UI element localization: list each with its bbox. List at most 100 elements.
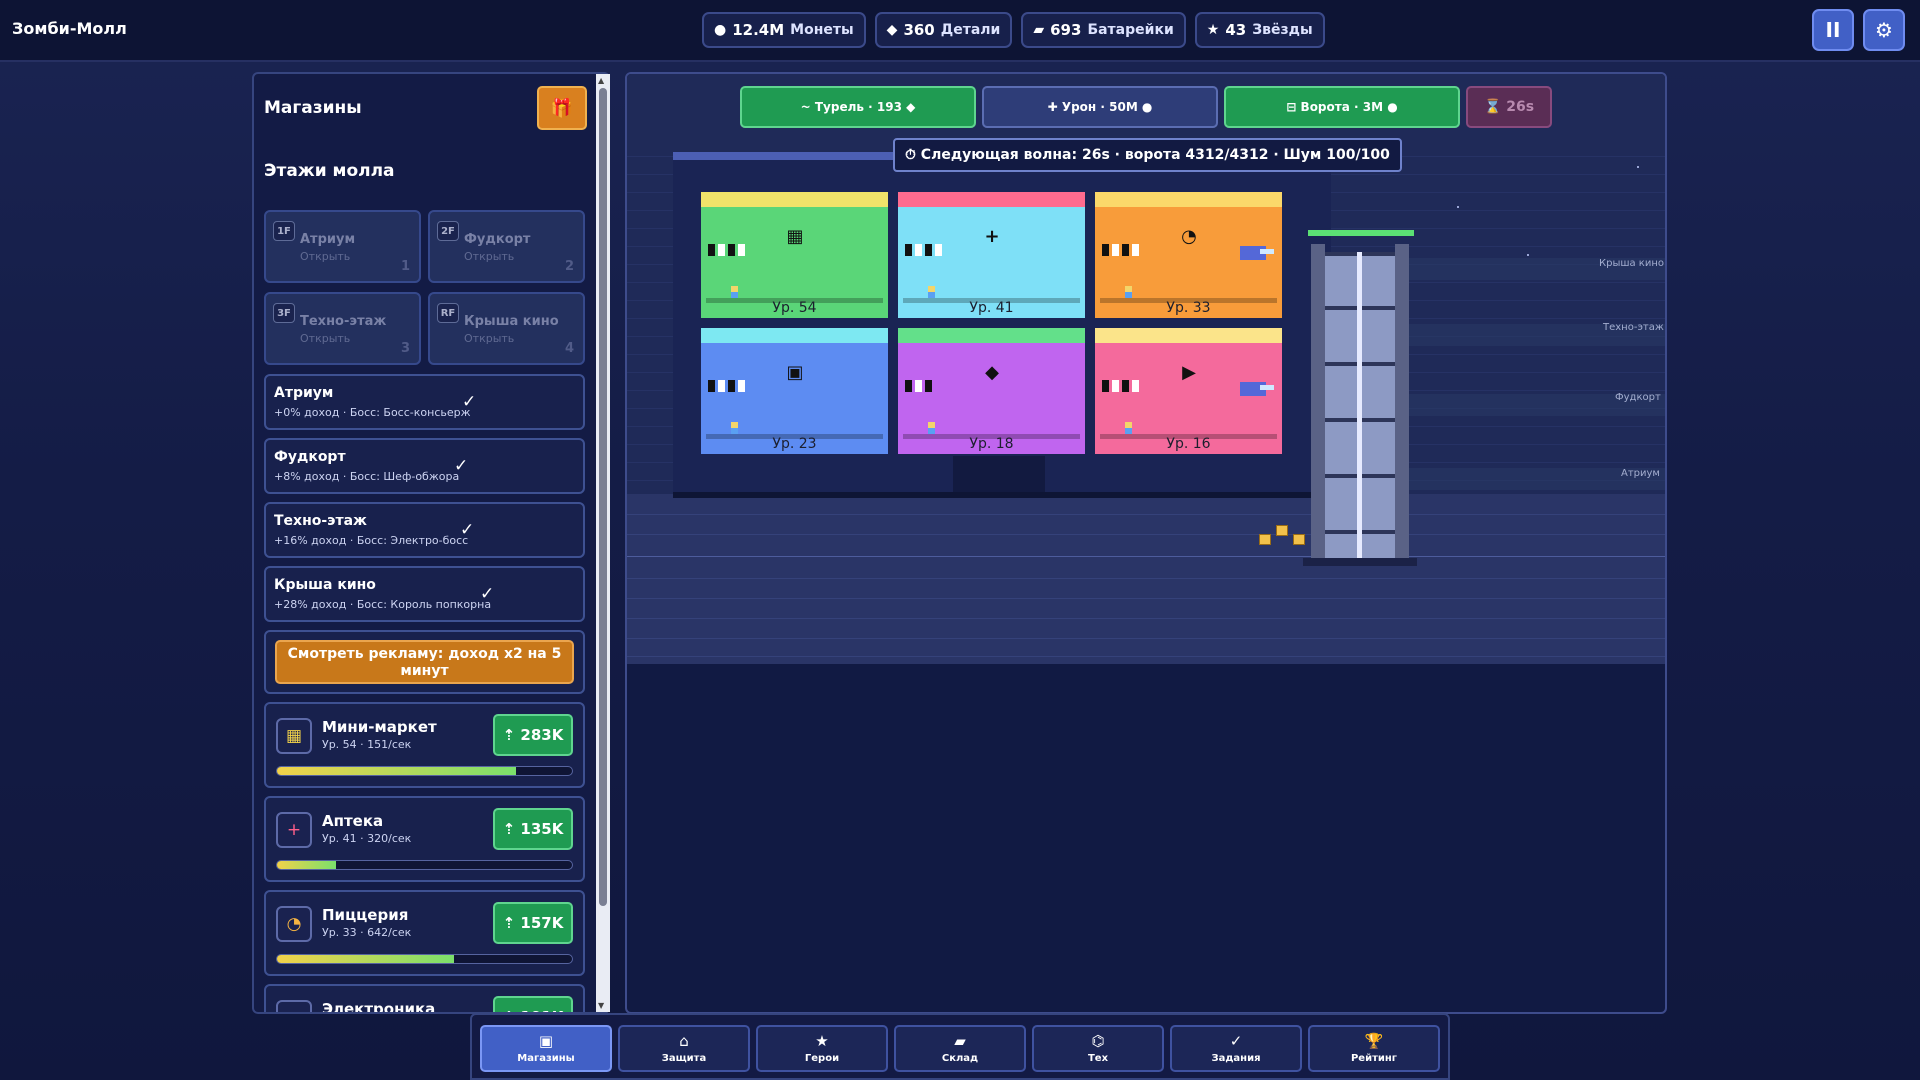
nav-label: Склад <box>941 1052 979 1064</box>
settings-button[interactable]: ⚙ <box>1863 9 1905 51</box>
coin-icon: ● <box>714 22 727 38</box>
star-icon: ★ <box>1206 22 1220 38</box>
scrollbar-thumb[interactable] <box>599 88 607 906</box>
store-sign-icon: ▦ <box>786 226 804 247</box>
rating-icon: 🏆 <box>1364 1031 1384 1050</box>
stars-label: Звёзды <box>1252 22 1313 38</box>
scroll-up-icon[interactable]: ▲ <box>598 76 604 85</box>
floor-tile-name: Техно-этаж <box>300 314 387 329</box>
upgrade-button[interactable]: ⇡ 135K <box>493 808 573 850</box>
upgrade-button[interactable]: ⇡ 157K <box>493 902 573 944</box>
zone-label-tech: Техно-этаж <box>1603 322 1664 333</box>
floor-tile-name: Фудкорт <box>464 232 531 247</box>
resource-bar: ● 12.4M Монеты ◆ 360 Детали ▰ 693 Батаре… <box>702 12 1325 48</box>
gift-button[interactable]: 🎁 <box>537 86 587 130</box>
floor-row-atrium[interactable]: Атриум +0% доход · Босс: Босс-консьерж ✓ <box>264 374 585 430</box>
check-icon: ✓ <box>454 456 469 476</box>
shop-card-electronics: ▭ Электроника ⇡ 191K <box>264 984 585 1012</box>
upgrade-button[interactable]: ⇡ 191K <box>493 996 573 1012</box>
floor-row-info: +16% доход · Босс: Электро-босс <box>274 534 469 547</box>
store-level-label: Ур. 54 <box>772 300 817 316</box>
store-unit[interactable]: ▦ Ур. 54 <box>701 192 888 318</box>
bottom-nav: ▣ Магазины ⌂ Защита ★ Герои ▰ Склад ⌬ Те… <box>470 1013 1450 1080</box>
floor-tile-name: Крыша кино <box>464 314 559 329</box>
nav-warehouse[interactable]: ▰ Склад <box>894 1025 1026 1072</box>
store-unit[interactable]: ▶ Ур. 16 <box>1095 328 1282 454</box>
watch-ad-button[interactable]: Смотреть рекламу: доход x2 на 5 минут <box>275 640 574 684</box>
gate-health-bar <box>1308 230 1414 236</box>
shop-progress-bar <box>276 860 573 870</box>
floor-row-tech[interactable]: Техно-этаж +16% доход · Босс: Электро-бо… <box>264 502 585 558</box>
floor-row-roof[interactable]: Крыша кино +28% доход · Босс: Король поп… <box>264 566 585 622</box>
store-unit[interactable]: ▣ Ур. 23 <box>701 328 888 454</box>
parts-icon: ◆ <box>886 22 898 38</box>
floor-tile-number: 2 <box>564 259 574 274</box>
wave-timer-button[interactable]: ⌛ 26s <box>1466 86 1552 128</box>
panel-title: Магазины <box>264 98 362 118</box>
shop-info: Ур. 54 · 151/сек <box>322 738 412 751</box>
gear-icon: ⚙ <box>1875 18 1893 42</box>
shop-name: Мини-маркет <box>322 718 437 736</box>
floor-tile-name: Атриум <box>300 232 356 247</box>
zone-label-roof: Крыша кино <box>1599 258 1664 269</box>
nav-defense[interactable]: ⌂ Защита <box>618 1025 750 1072</box>
scroll-down-icon[interactable]: ▼ <box>598 1001 604 1010</box>
floor-row-name: Фудкорт <box>274 449 346 465</box>
resource-batteries: ▰ 693 Батарейки <box>1021 12 1186 48</box>
nav-label: Задания <box>1211 1052 1261 1064</box>
pause-button[interactable]: II <box>1812 9 1854 51</box>
plus-icon: + <box>276 812 312 848</box>
floor-badge: 3F <box>273 303 295 323</box>
store-unit[interactable]: ◆ Ур. 18 <box>898 328 1085 454</box>
store-unit[interactable]: + Ур. 41 <box>898 192 1085 318</box>
pause-icon: II <box>1825 18 1841 42</box>
floor-tile-number: 1 <box>400 259 410 274</box>
app-title: Зомби-Молл <box>12 19 127 38</box>
coin-pickup[interactable] <box>1259 534 1271 545</box>
ground <box>627 494 1665 664</box>
heroes-icon: ★ <box>815 1031 829 1050</box>
panel-scrollbar[interactable]: ▲ ▼ <box>596 74 610 1012</box>
shop-name: Пиццерия <box>322 906 409 924</box>
store-sign-icon: + <box>984 226 1000 247</box>
batteries-value: 693 <box>1050 21 1082 39</box>
batteries-label: Батарейки <box>1087 22 1174 38</box>
floor-tile-foodcourt[interactable]: 2F Фудкорт Открыть 2 <box>428 210 585 283</box>
nav-tasks[interactable]: ✓ Задания <box>1170 1025 1302 1072</box>
nav-rating[interactable]: 🏆 Рейтинг <box>1308 1025 1440 1072</box>
upgrade-damage-button[interactable]: ✚ Урон · 50M ● <box>982 86 1218 128</box>
build-turret-button[interactable]: ~ Турель · 193 ◆ <box>740 86 976 128</box>
shop-card-pharmacy: + Аптека Ур. 41 · 320/сек ⇡ 135K <box>264 796 585 882</box>
nav-label: Магазины <box>517 1052 575 1064</box>
upgrade-button[interactable]: ⇡ 283K <box>493 714 573 756</box>
nav-shops[interactable]: ▣ Магазины <box>480 1025 612 1072</box>
store-level-label: Ур. 41 <box>969 300 1014 316</box>
floor-row-info: +8% доход · Босс: Шеф-обжора <box>274 470 460 483</box>
floor-tile-tech[interactable]: 3F Техно-этаж Открыть 3 <box>264 292 421 365</box>
repair-gate-button[interactable]: ⊟ Ворота · 3M ● <box>1224 86 1460 128</box>
floor-row-foodcourt[interactable]: Фудкорт +8% доход · Босс: Шеф-обжора ✓ <box>264 438 585 494</box>
store-unit[interactable]: ◔ Ур. 33 <box>1095 192 1282 318</box>
floor-tile-atrium[interactable]: 1F Атриум Открыть 1 <box>264 210 421 283</box>
game-view[interactable]: Крыша кино Техно-этаж Фудкорт Атриум ~ Т… <box>625 72 1667 1014</box>
coin-pickup[interactable] <box>1293 534 1305 545</box>
parts-label: Детали <box>940 22 1001 38</box>
coins-value: 12.4M <box>732 21 785 39</box>
zone-label-foodcourt: Фудкорт <box>1615 392 1661 403</box>
shop-info: Ур. 33 · 642/сек <box>322 926 412 939</box>
floor-tile-roof[interactable]: RF Крыша кино Открыть 4 <box>428 292 585 365</box>
nav-tech[interactable]: ⌬ Тех <box>1032 1025 1164 1072</box>
turret-sprite[interactable] <box>1240 246 1274 260</box>
customer-sprite <box>731 286 738 298</box>
stars-value: 43 <box>1225 21 1247 39</box>
coin-pickup[interactable] <box>1276 525 1288 536</box>
tasks-icon: ✓ <box>1229 1031 1243 1050</box>
store-icon: ▣ <box>538 1031 554 1050</box>
store-awning <box>1095 328 1282 343</box>
nav-heroes[interactable]: ★ Герои <box>756 1025 888 1072</box>
turret-sprite[interactable] <box>1240 382 1274 396</box>
next-wave-label: ⏱ Следующая волна: 26s · ворота 4312/431… <box>893 138 1402 172</box>
warehouse-icon: ▰ <box>954 1031 966 1050</box>
gate-tower[interactable] <box>1303 244 1417 566</box>
resource-parts: ◆ 360 Детали <box>874 12 1013 48</box>
